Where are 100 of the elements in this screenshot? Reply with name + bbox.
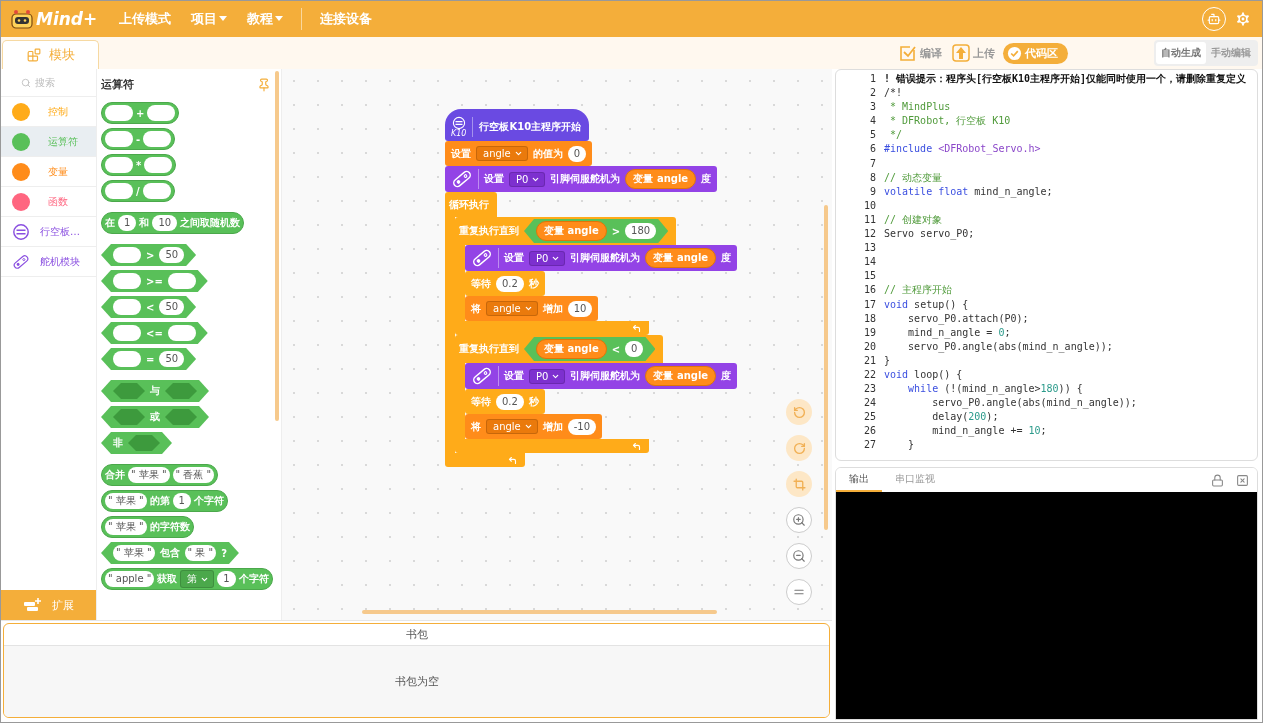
number-input[interactable]: 10 xyxy=(152,215,178,231)
text-input[interactable]: " 苹果 " xyxy=(113,545,155,561)
number-input[interactable]: 0.2 xyxy=(496,275,524,292)
palette-block[interactable]: " 苹果 " 的第 1 个字符 xyxy=(101,490,228,512)
palette-block[interactable]: " 苹果 " 包含 " 果 " ? xyxy=(101,542,239,564)
number-input[interactable]: 1 xyxy=(172,493,191,509)
empty-slot[interactable] xyxy=(143,131,172,147)
block-label: - xyxy=(136,133,141,145)
variable-block[interactable]: 设置 angle 的值为 0 xyxy=(445,141,593,166)
palette-block[interactable]: 合并 " 苹果 " " 香蕉 " xyxy=(101,464,219,486)
empty-slot[interactable] xyxy=(113,299,141,315)
empty-slot[interactable] xyxy=(113,325,141,341)
clear-icon[interactable] xyxy=(1236,473,1249,487)
empty-slot[interactable] xyxy=(105,105,133,121)
text-input[interactable]: " 苹果 " xyxy=(128,467,170,483)
empty-slot[interactable] xyxy=(113,351,141,367)
code-line: */ xyxy=(889,128,903,143)
settings-button[interactable] xyxy=(1234,10,1252,28)
empty-slot[interactable] xyxy=(142,183,171,199)
boolean-slot[interactable] xyxy=(128,435,160,451)
code-line: mind_n_angle += 10; xyxy=(931,424,1047,439)
variable-block[interactable]: 将 angle 增加 -10 xyxy=(465,414,603,439)
palette-block[interactable]: " 苹果 " 的字符数 xyxy=(101,516,194,538)
empty-slot[interactable] xyxy=(167,273,196,289)
undo-button[interactable] xyxy=(786,399,812,425)
text-input[interactable]: " 苹果 " xyxy=(105,519,147,535)
palette-block[interactable]: " apple " 获取 第 1 个字符 xyxy=(101,568,273,590)
wait-block[interactable]: 等待 0.2 秒 xyxy=(465,389,545,414)
empty-slot[interactable] xyxy=(105,131,133,147)
code-line: volatile float mind_n_angle; xyxy=(884,184,1053,199)
servo-block[interactable]: 设置 P0 引脚伺服舵机为 变量 angle 度 xyxy=(465,363,738,389)
dropdown[interactable]: P0 xyxy=(529,368,566,384)
number-input[interactable]: 180 xyxy=(625,223,657,239)
search-field[interactable]: 搜索 xyxy=(35,77,91,88)
dropdown[interactable]: P0 xyxy=(509,171,546,187)
repeat-block[interactable]: 重复执行直到 变量 angle > 180 xyxy=(455,217,677,245)
block-label: + xyxy=(136,107,145,119)
empty-slot[interactable] xyxy=(105,157,133,173)
zoom-out-button[interactable] xyxy=(786,543,812,569)
zoom-in-icon xyxy=(792,513,806,527)
lock-icon[interactable] xyxy=(1211,473,1224,487)
number-input[interactable]: -10 xyxy=(567,418,597,435)
empty-slot[interactable] xyxy=(113,247,141,263)
dropdown[interactable]: P0 xyxy=(529,250,566,266)
backpack-title: 书包 xyxy=(405,627,428,642)
start-block[interactable]: K10 行空板K10主程序开始 xyxy=(445,109,590,141)
scrollbar[interactable] xyxy=(275,71,279,421)
number-input[interactable]: 50 xyxy=(159,351,185,367)
boolean-slot[interactable] xyxy=(165,383,197,399)
number-input[interactable]: 0 xyxy=(567,145,587,162)
boolean-slot[interactable] xyxy=(165,409,197,425)
variable-block[interactable]: 将 angle 增加 10 xyxy=(465,296,599,321)
palette-block[interactable]: 在 1 和 10 之间取随机数 xyxy=(101,212,245,234)
block-label: 和 xyxy=(139,216,150,230)
boolean-slot[interactable] xyxy=(113,409,145,425)
number-input[interactable]: 1 xyxy=(217,571,236,587)
scrollbar[interactable] xyxy=(824,205,828,530)
servo-block[interactable]: 设置 P0 引脚伺服舵机为 变量 angle 度 xyxy=(465,245,738,271)
code-line: delay(200); xyxy=(931,410,999,425)
text-input[interactable]: " 果 " xyxy=(184,545,217,561)
empty-slot[interactable] xyxy=(144,157,173,173)
text-input[interactable]: " 香蕉 " xyxy=(172,467,215,483)
palette-block[interactable]: = 50 xyxy=(101,348,197,370)
number-input[interactable]: 10 xyxy=(567,300,593,317)
number-input[interactable]: 50 xyxy=(159,299,185,315)
condition-block[interactable]: 变量 angle < 0 xyxy=(524,337,656,361)
number-input[interactable]: 50 xyxy=(159,247,185,263)
palette-block[interactable]: < 50 xyxy=(101,296,197,318)
number-input[interactable]: 0.2 xyxy=(496,393,524,410)
block-label: 引脚伺服舵机为 xyxy=(570,251,641,265)
redo-button[interactable] xyxy=(786,435,812,461)
text-input[interactable]: " 苹果 " xyxy=(105,493,147,509)
reset-zoom-button[interactable] xyxy=(786,579,812,605)
line-number: 3 xyxy=(869,100,876,115)
servo-block[interactable]: 设置 P0 引脚伺服舵机为 变量 angle 度 xyxy=(445,166,718,192)
scrollbar[interactable] xyxy=(362,610,717,614)
empty-slot[interactable] xyxy=(105,183,133,199)
condition-block[interactable]: 变量 angle > 180 xyxy=(524,219,669,243)
redo-icon xyxy=(792,441,806,455)
block-label: ? xyxy=(221,547,227,559)
robot-logo-icon xyxy=(11,9,33,29)
repeat-block[interactable]: 重复执行直到 变量 angle < 0 xyxy=(455,335,664,363)
block-label: 秒 xyxy=(528,394,539,409)
number-input[interactable]: 0 xyxy=(625,341,644,357)
boolean-slot[interactable] xyxy=(113,383,145,399)
number-input[interactable]: 1 xyxy=(118,215,137,231)
pin-icon[interactable] xyxy=(257,77,271,92)
empty-slot[interactable] xyxy=(113,273,141,289)
palette-block[interactable]: > 50 xyxy=(101,244,197,266)
caret-icon xyxy=(275,16,284,22)
empty-slot[interactable] xyxy=(147,105,176,121)
wait-block[interactable]: 等待 0.2 秒 xyxy=(465,271,545,296)
empty-slot[interactable] xyxy=(167,325,196,341)
servo-icon xyxy=(471,365,493,387)
text-input[interactable]: " apple " xyxy=(105,571,155,587)
block-label: 重复执行直到 xyxy=(459,224,519,238)
mode-toggle[interactable]: 自动生成 xyxy=(1156,42,1206,64)
block-label: 设置 xyxy=(504,251,524,265)
zoom-in-button[interactable] xyxy=(786,507,812,533)
crop-button[interactable] xyxy=(786,471,812,497)
